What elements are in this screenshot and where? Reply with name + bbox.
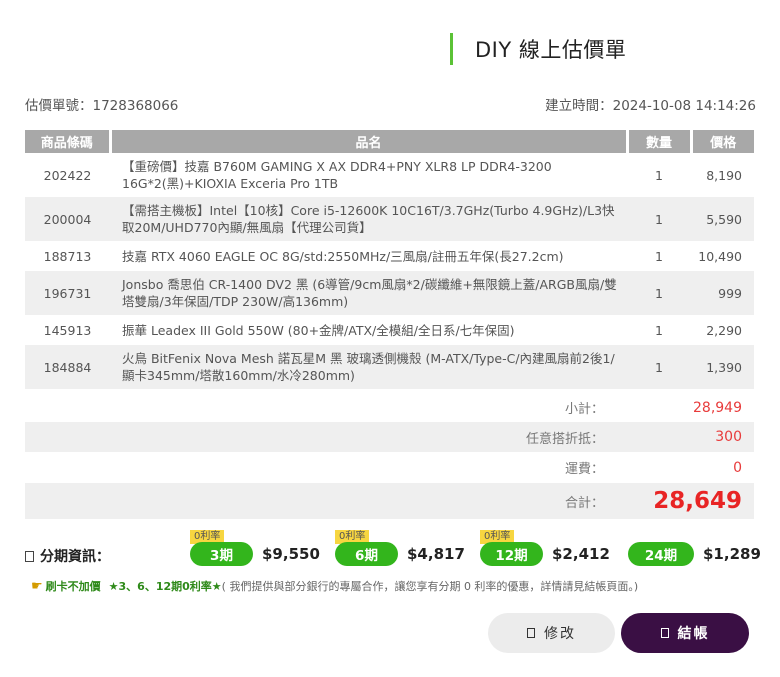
item-name: 振華 Leadex III Gold 550W (80+金牌/ATX/全模組/全… <box>110 315 627 345</box>
total-row: 合計： 28,649 <box>25 483 754 519</box>
installment-info: 分期資訊： <box>25 546 110 566</box>
discount-value: 300 <box>715 429 742 445</box>
item-code: 184884 <box>25 345 110 389</box>
installment-label: 分期資訊： <box>40 549 110 565</box>
item-code: 196731 <box>25 271 110 315</box>
installment-term[interactable]: 24期 <box>628 542 694 566</box>
total-label: 合計： <box>564 495 604 511</box>
installment-plan-3[interactable]: 3期 $9,550 <box>190 542 320 566</box>
promo-highlight: ★3、6、12期0利率★ <box>108 580 222 593</box>
item-code: 188713 <box>25 241 110 271</box>
installment-plan-6[interactable]: 6期 $4,817 <box>335 542 465 566</box>
edit-button-label: 修改 <box>544 626 576 642</box>
item-price: 8,190 <box>691 153 754 197</box>
edit-icon <box>527 628 535 638</box>
table-row: 200004 【需搭主機板】Intel【10核】Core i5-12600K 1… <box>25 197 754 241</box>
table-row: 184884 火鳥 BitFenix Nova Mesh 諾瓦星M 黑 玻璃透側… <box>25 345 754 389</box>
item-qty: 1 <box>627 197 691 241</box>
installment-price: $2,412 <box>552 545 610 563</box>
page-title: DIY 線上估價單 <box>475 38 627 62</box>
table-row: 202422 【重磅價】技嘉 B760M GAMING X AX DDR4+PN… <box>25 153 754 197</box>
item-price: 10,490 <box>691 241 754 271</box>
edit-button[interactable]: 修改 <box>488 613 615 653</box>
checkout-button-label: 結帳 <box>677 626 710 642</box>
pointing-hand-icon: ☛ <box>31 578 43 594</box>
header-code: 商品條碼 <box>25 130 112 153</box>
checkout-button[interactable]: 結帳 <box>621 613 749 653</box>
item-code: 202422 <box>25 153 110 197</box>
promo-prefix: 刷卡不加價 <box>45 580 101 593</box>
checkbox-icon[interactable] <box>25 550 34 562</box>
installment-price: $4,817 <box>407 545 465 563</box>
table-row: 188713 技嘉 RTX 4060 EAGLE OC 8G/std:2550M… <box>25 241 754 271</box>
header-qty: 數量 <box>627 130 693 153</box>
shipping-label: 運費： <box>564 462 604 477</box>
shipping-row: 運費： 0 <box>25 452 754 483</box>
item-code: 145913 <box>25 315 110 345</box>
item-qty: 1 <box>627 271 691 315</box>
item-qty: 1 <box>627 315 691 345</box>
created-time: 建立時間：2024-10-08 14:14:26 <box>545 98 756 114</box>
item-price: 1,390 <box>691 345 754 389</box>
item-qty: 1 <box>627 241 691 271</box>
item-qty: 1 <box>627 345 691 389</box>
subtotal-label: 小計： <box>564 402 604 417</box>
installment-plan-24[interactable]: 24期 $1,289 <box>628 542 761 566</box>
table-row: 196731 Jonsbo 喬思伯 CR-1400 DV2 黑 (6導管/9cm… <box>25 271 754 315</box>
checkout-icon <box>660 628 669 638</box>
installment-plan-12[interactable]: 12期 $2,412 <box>480 542 610 566</box>
item-price: 5,590 <box>691 197 754 241</box>
installment-price: $9,550 <box>262 545 320 563</box>
item-name: Jonsbo 喬思伯 CR-1400 DV2 黑 (6導管/9cm風扇*2/碳纖… <box>110 271 627 315</box>
table-row: 145913 振華 Leadex III Gold 550W (80+金牌/AT… <box>25 315 754 345</box>
discount-label: 任意搭折抵： <box>525 431 604 447</box>
item-code: 200004 <box>25 197 110 241</box>
installment-term[interactable]: 12期 <box>480 542 543 566</box>
header-price: 價格 <box>691 130 754 153</box>
shipping-value: 0 <box>733 459 742 476</box>
item-qty: 1 <box>627 153 691 197</box>
quote-number: 估價單號：1728368066 <box>25 98 179 114</box>
subtotal-value: 28,949 <box>693 399 742 416</box>
page-title-block: DIY 線上估價單 <box>450 33 626 65</box>
total-value: 28,649 <box>653 488 742 514</box>
item-price: 2,290 <box>691 315 754 345</box>
item-name: 技嘉 RTX 4060 EAGLE OC 8G/std:2550MHz/三風扇/… <box>110 241 627 271</box>
item-name: 【需搭主機板】Intel【10核】Core i5-12600K 10C16T/3… <box>110 197 627 241</box>
installment-term[interactable]: 6期 <box>335 542 398 566</box>
promo-line: ☛ 刷卡不加價 ★3、6、12期0利率★ ( 我們提供與部分銀行的專屬合作，讓您… <box>31 578 638 594</box>
discount-row: 任意搭折抵： 300 <box>25 422 754 452</box>
promo-note: ( 我們提供與部分銀行的專屬合作，讓您享有分期 0 利率的優惠，詳情請見結帳頁面… <box>221 580 639 593</box>
title-accent-bar <box>450 33 453 65</box>
quote-items-table: 商品條碼 品名 數量 價格 202422 【重磅價】技嘉 B760M GAMIN… <box>25 130 754 389</box>
header-name: 品名 <box>110 130 629 153</box>
item-price: 999 <box>691 271 754 315</box>
table-header-row: 商品條碼 品名 數量 價格 <box>25 130 754 153</box>
installment-term[interactable]: 3期 <box>190 542 253 566</box>
installment-price: $1,289 <box>703 545 761 563</box>
subtotal-row: 小計： 28,949 <box>25 393 754 422</box>
item-name: 【重磅價】技嘉 B760M GAMING X AX DDR4+PNY XLR8 … <box>110 153 627 197</box>
item-name: 火鳥 BitFenix Nova Mesh 諾瓦星M 黑 玻璃透側機殼 (M-A… <box>110 345 627 389</box>
